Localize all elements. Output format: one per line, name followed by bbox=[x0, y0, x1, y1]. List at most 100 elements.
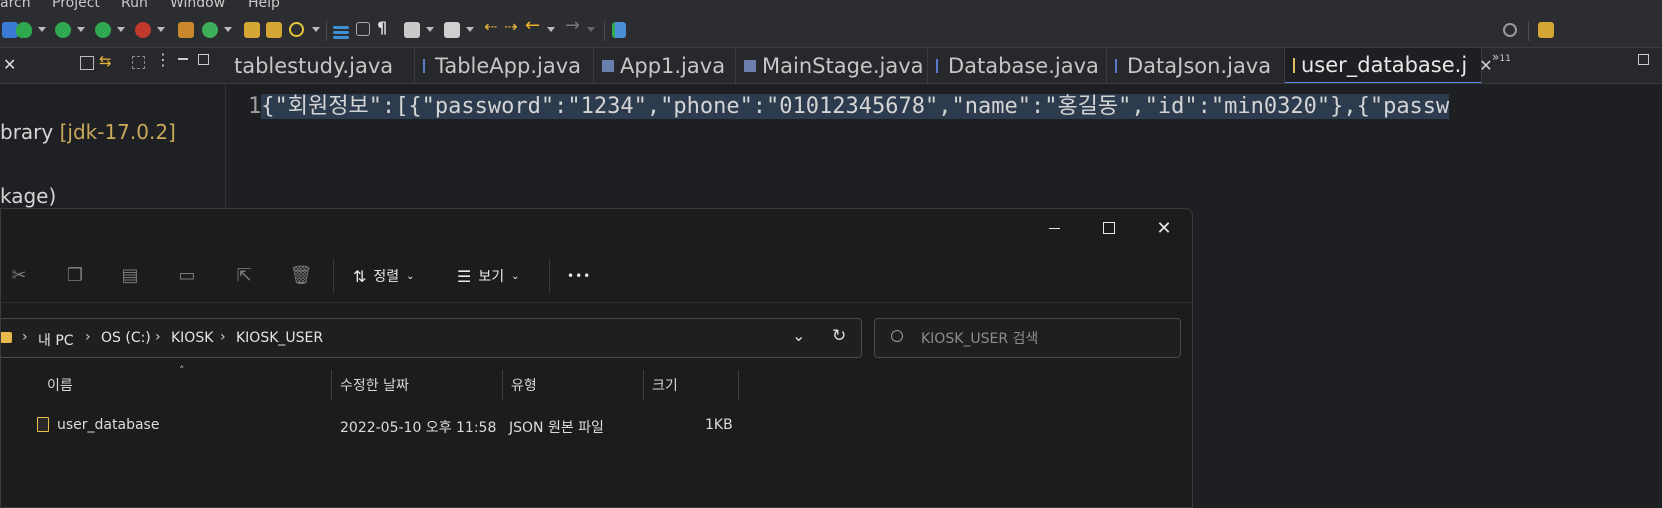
code-text[interactable]: {"회원정보":[{"password":"1234","phone":"010… bbox=[261, 94, 1450, 119]
tab-database[interactable]: Database.java bbox=[928, 48, 1107, 83]
tree-item-default-package[interactable]: kage) bbox=[0, 184, 56, 208]
tab-user-database[interactable]: user_database.j ✕ bbox=[1285, 48, 1493, 83]
word-wrap-icon[interactable] bbox=[333, 26, 349, 29]
column-type[interactable]: 유형 bbox=[503, 370, 643, 400]
tab-tablestudy[interactable]: tablestudy.java bbox=[226, 48, 415, 83]
external-tools-dropdown-icon[interactable] bbox=[157, 27, 165, 32]
view-menu-icon[interactable]: ⋮ bbox=[155, 50, 171, 69]
rename-icon[interactable]: ▭ bbox=[177, 265, 197, 286]
text-file-icon bbox=[1293, 57, 1295, 73]
cut-icon[interactable]: ✂ bbox=[9, 265, 29, 286]
share-icon[interactable]: ⇱ bbox=[234, 265, 254, 286]
column-size[interactable]: 크기 bbox=[644, 370, 738, 400]
tab-label: user_database.j bbox=[1301, 53, 1468, 77]
search-icon bbox=[891, 330, 903, 342]
chevron-down-icon[interactable]: ⌄ bbox=[792, 326, 805, 345]
breadcrumb-kiosk[interactable]: KIOSK bbox=[171, 330, 213, 346]
perspective-icon[interactable] bbox=[1538, 22, 1554, 38]
menu-search[interactable]: arch bbox=[0, 0, 31, 11]
run-coverage-icon[interactable] bbox=[95, 22, 111, 38]
view-button[interactable]: ☰ 보기 ⌄ bbox=[457, 263, 520, 289]
java-file-icon bbox=[1115, 59, 1121, 73]
tab-label: App1.java bbox=[620, 54, 726, 78]
tab-mainstage[interactable]: MainStage.java bbox=[736, 48, 928, 83]
tab-app1[interactable]: App1.java bbox=[594, 48, 736, 83]
search-box[interactable] bbox=[874, 318, 1181, 358]
debug-dropdown-icon[interactable] bbox=[38, 27, 46, 32]
maximize-icon bbox=[1103, 222, 1115, 234]
next-edit-icon[interactable]: ⇢ bbox=[504, 17, 520, 36]
breadcrumb-kiosk-user[interactable]: KIOSK_USER bbox=[236, 330, 323, 346]
annotation-dropdown-icon[interactable] bbox=[426, 27, 434, 32]
collapse-all-icon[interactable] bbox=[80, 56, 94, 70]
paste-icon[interactable]: ▤ bbox=[120, 265, 140, 286]
new-java-project-icon[interactable] bbox=[178, 22, 194, 38]
menu-project[interactable]: Project bbox=[52, 0, 100, 11]
sort-icon: ⇅ bbox=[353, 266, 367, 286]
chevron-right-icon: › bbox=[220, 329, 226, 345]
maximize-icon[interactable] bbox=[1638, 54, 1649, 65]
maximize-button[interactable] bbox=[1081, 209, 1137, 247]
close-tab-icon[interactable]: ✕ bbox=[1479, 56, 1492, 75]
link-editor-icon[interactable]: ⇆ bbox=[99, 52, 112, 70]
open-task-icon[interactable] bbox=[266, 22, 282, 38]
external-tools-icon[interactable] bbox=[135, 22, 151, 38]
focus-icon[interactable] bbox=[132, 56, 145, 69]
forward-icon[interactable]: → bbox=[565, 15, 581, 36]
close-button[interactable]: ✕ bbox=[1136, 209, 1192, 247]
file-name: user_database bbox=[57, 417, 160, 433]
maximize-icon[interactable] bbox=[198, 54, 209, 65]
back-icon[interactable]: ← bbox=[525, 15, 541, 36]
menu-help[interactable]: Help bbox=[248, 0, 280, 11]
pin-editor-icon[interactable] bbox=[612, 22, 626, 38]
chevron-down-icon: ⌄ bbox=[406, 270, 415, 282]
run-icon[interactable] bbox=[55, 22, 71, 38]
minimize-button[interactable] bbox=[1026, 209, 1082, 247]
search-icon[interactable] bbox=[289, 22, 304, 37]
tab-datajson[interactable]: DataJson.java bbox=[1107, 48, 1285, 83]
chevron-right-icon: › bbox=[85, 329, 91, 345]
tab-label: DataJson.java bbox=[1127, 54, 1272, 78]
debug-icon[interactable] bbox=[16, 22, 32, 38]
run-dropdown-icon[interactable] bbox=[77, 27, 85, 32]
tab-tableapp[interactable]: TableApp.java bbox=[415, 48, 594, 83]
tab-overflow-button[interactable]: »11 bbox=[1492, 50, 1511, 64]
breadcrumb-this-pc[interactable]: 내 PC bbox=[38, 330, 74, 350]
new-dropdown-icon[interactable] bbox=[224, 27, 232, 32]
new-class-icon[interactable] bbox=[202, 22, 218, 38]
next-annotation-dropdown-icon[interactable] bbox=[466, 27, 474, 32]
close-icon[interactable]: ✕ bbox=[3, 55, 16, 74]
annotation-icon[interactable] bbox=[404, 22, 420, 38]
tree-item-jre-library[interactable]: brary [jdk-17.0.2] bbox=[0, 120, 176, 144]
folder-icon bbox=[1, 332, 12, 343]
block-selection-icon[interactable] bbox=[356, 22, 370, 36]
coverage-dropdown-icon[interactable] bbox=[117, 27, 125, 32]
show-whitespace-icon[interactable]: ¶ bbox=[377, 18, 393, 37]
view-label: 보기 bbox=[478, 269, 505, 285]
next-annotation-icon[interactable] bbox=[444, 22, 460, 38]
minimize-icon[interactable] bbox=[178, 58, 188, 60]
menu-window[interactable]: Window bbox=[170, 0, 225, 11]
copy-icon[interactable]: ❐ bbox=[65, 265, 85, 286]
prev-edit-icon[interactable]: ⇠ bbox=[484, 17, 500, 36]
search-input[interactable] bbox=[919, 328, 1173, 350]
view-list-icon: ☰ bbox=[457, 266, 472, 286]
column-name[interactable]: 이름 bbox=[39, 370, 331, 400]
forward-dropdown-icon[interactable] bbox=[587, 27, 595, 32]
search-icon[interactable] bbox=[1503, 23, 1517, 37]
tab-label: TableApp.java bbox=[435, 54, 582, 78]
window-titlebar: ✕ bbox=[1, 209, 1192, 249]
sort-button[interactable]: ⇅ 정렬 ⌄ bbox=[353, 263, 415, 289]
file-explorer-window: ✕ ✂ ❐ ▤ ▭ ⇱ 🗑 ⇅ 정렬 ⌄ ☰ 보기 ⌄ ••• › 내 PC ›… bbox=[0, 208, 1193, 508]
more-options-button[interactable]: ••• bbox=[567, 263, 591, 289]
refresh-icon[interactable]: ↻ bbox=[832, 326, 846, 346]
table-row[interactable]: user_database 2022-05-10 오후 11:58 JSON 원… bbox=[31, 411, 741, 441]
column-modified[interactable]: 수정한 날짜 bbox=[332, 370, 502, 400]
breadcrumb-os-c[interactable]: OS (C:) bbox=[101, 330, 151, 346]
address-bar[interactable]: › 내 PC › OS (C:) › KIOSK › KIOSK_USER ⌄ … bbox=[1, 318, 862, 358]
open-type-icon[interactable] bbox=[244, 22, 260, 38]
back-dropdown-icon[interactable] bbox=[547, 27, 555, 32]
delete-icon[interactable]: 🗑 bbox=[290, 265, 313, 286]
search-dropdown-icon[interactable] bbox=[312, 27, 320, 32]
menu-run[interactable]: Run bbox=[121, 0, 148, 11]
